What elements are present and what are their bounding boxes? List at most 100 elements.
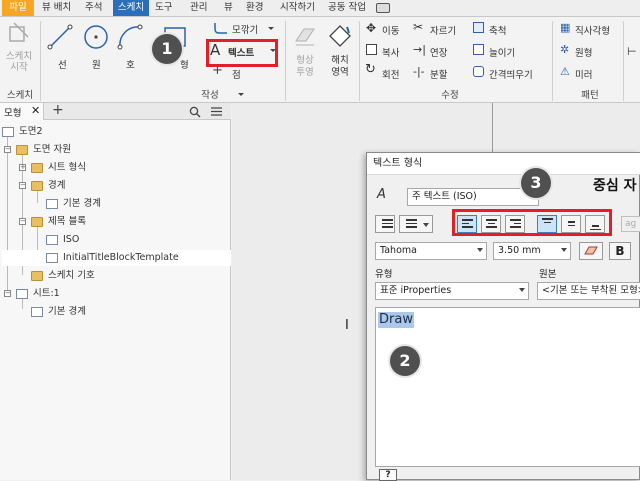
ribbon: 스케치 시작 스케치 선 원 호 형 모깎기 A 텍스트 + 점 작성 형상 투… [0, 17, 640, 103]
menu-icon[interactable] [210, 106, 223, 117]
folder-icon [16, 145, 28, 155]
offset-icon[interactable] [473, 66, 484, 77]
more-format-button[interactable]: ag [621, 216, 640, 232]
start-sketch-icon[interactable] [8, 21, 30, 43]
tree-item-label: 스케치 기호 [48, 270, 95, 281]
copy-icon[interactable] [366, 44, 377, 55]
source-value: <기본 또는 부착된 모형> [542, 285, 640, 296]
fillet-label[interactable]: 모깎기 [232, 22, 258, 36]
text-edit-area[interactable]: Draw [375, 307, 640, 467]
source-dropdown[interactable]: <기본 또는 부착된 모형> [537, 282, 640, 300]
menu-view[interactable]: 뷰 [221, 0, 236, 16]
fill-region-label: 해치 영역 [331, 55, 349, 78]
menu-manage[interactable]: 관리 [187, 0, 210, 16]
tree-item-label: InitialTitleBlockTemplate [63, 252, 179, 263]
collapse-icon[interactable]: − [19, 182, 26, 189]
rectangular-pattern-label[interactable]: 직사각형 [575, 23, 610, 37]
search-icon[interactable] [189, 106, 201, 118]
menu-environment[interactable]: 환경 [243, 0, 266, 16]
group-create: 작성 [201, 90, 219, 101]
text-style-icon: A [377, 187, 386, 202]
trim-label[interactable]: 자르기 [430, 23, 456, 37]
circular-pattern-icon[interactable]: ✲ [560, 44, 569, 55]
selected-text[interactable]: Draw [378, 312, 414, 328]
collapse-icon[interactable]: − [4, 290, 11, 297]
arc-icon[interactable] [116, 23, 144, 51]
close-icon[interactable]: ✕ [31, 104, 40, 117]
menu-tools[interactable]: 도구 [152, 0, 175, 16]
model-browser-panel: 모형 ✕ + 도면2 − 도면 자원 + 시트 형식 − 경계 기본 경계 − … [0, 102, 231, 480]
callout-2: 2 [390, 346, 420, 376]
mirror-icon[interactable]: ⚠ [560, 66, 570, 77]
menu-collaborate[interactable]: 공동 작업 [325, 0, 369, 16]
add-tab-icon[interactable]: + [52, 102, 64, 118]
rotate-label[interactable]: 회전 [382, 67, 399, 81]
font-size-dropdown[interactable]: 3.50 mm [493, 242, 571, 260]
stretch-icon[interactable] [473, 44, 484, 55]
circle-icon[interactable] [82, 23, 110, 51]
project-geometry-icon[interactable] [292, 23, 318, 49]
type-value: 표준 iProperties [380, 285, 452, 296]
move-icon[interactable]: ✥ [366, 22, 376, 34]
expand-icon[interactable]: + [19, 164, 26, 171]
split-label[interactable]: 분할 [430, 67, 447, 81]
dialog-heading-partial: 중심 자 [593, 178, 637, 194]
title-block-icon [46, 253, 58, 263]
scale-label[interactable]: 축척 [489, 23, 506, 37]
rectangular-pattern-icon[interactable]: ▦ [560, 22, 570, 33]
menu-bar: 파일 뷰 배치 주석 스케치 도구 관리 뷰 환경 시작하기 공동 작업 [0, 0, 640, 17]
rotate-icon[interactable]: ↻ [365, 63, 376, 76]
tree-item-initial-title-block[interactable]: InitialTitleBlockTemplate [2, 250, 231, 266]
create-dropdown-icon[interactable] [238, 93, 244, 96]
bold-button[interactable]: B [609, 242, 631, 260]
point-label[interactable]: 점 [232, 67, 241, 81]
extend-icon[interactable]: →| [413, 44, 426, 55]
collapse-icon[interactable]: − [4, 146, 11, 153]
tree-item-label: 기본 경계 [63, 198, 101, 209]
menu-file[interactable]: 파일 [2, 0, 34, 16]
stretch-label[interactable]: 늘이기 [489, 45, 515, 59]
circular-pattern-label[interactable]: 원형 [575, 45, 592, 59]
fillet-dropdown-icon[interactable] [268, 27, 274, 30]
separator [623, 21, 624, 101]
move-label[interactable]: 이동 [382, 23, 399, 37]
ribbon-display-icon[interactable] [376, 3, 390, 13]
start-sketch-label: 스케치 시작 [5, 51, 33, 73]
help-button[interactable]: ? [379, 469, 397, 481]
extend-label[interactable]: 연장 [430, 45, 447, 59]
menu-sketch[interactable]: 스케치 [113, 0, 149, 16]
line-icon[interactable] [46, 23, 74, 51]
offset-label[interactable]: 간격띄우기 [489, 67, 533, 81]
callout-1: 1 [152, 34, 182, 64]
trim-icon[interactable]: ✂ [413, 21, 423, 33]
title-block-icon [46, 235, 58, 245]
font-dropdown[interactable]: Tahoma [375, 242, 487, 260]
chevron-down-icon [477, 248, 483, 252]
stack-button[interactable] [579, 242, 603, 260]
menu-get-started[interactable]: 시작하기 [277, 0, 318, 16]
tab-model[interactable]: 모형 ✕ [0, 103, 44, 120]
fill-region-icon[interactable] [327, 23, 353, 49]
chevron-down-icon [519, 288, 525, 292]
menu-view-layout[interactable]: 뷰 배치 [39, 0, 74, 16]
type-dropdown[interactable]: 표준 iProperties [375, 282, 529, 300]
numbered-list-button[interactable] [399, 215, 433, 233]
copy-label[interactable]: 복사 [382, 45, 399, 59]
folder-icon [31, 217, 43, 227]
panel-tabs: 모형 ✕ + [0, 102, 231, 120]
tree-item-label: 제목 블록 [48, 216, 86, 227]
mirror-label[interactable]: 미러 [575, 67, 592, 81]
constrain-icon[interactable]: ⊢ [627, 45, 637, 58]
fillet-icon[interactable] [213, 21, 229, 35]
separator [359, 21, 360, 101]
project-geometry-label: 형상 투영 [296, 55, 314, 78]
callout-3: 3 [521, 168, 551, 198]
bullet-list-button[interactable] [375, 215, 395, 233]
collapse-icon[interactable]: − [19, 218, 26, 225]
menu-annotate[interactable]: 주석 [82, 0, 105, 16]
separator [285, 21, 286, 101]
split-icon[interactable]: -|- [413, 66, 425, 77]
chevron-down-icon [423, 223, 429, 227]
text-style-dropdown[interactable]: 주 텍스트 (ISO) [407, 188, 539, 206]
scale-icon[interactable] [473, 22, 484, 33]
